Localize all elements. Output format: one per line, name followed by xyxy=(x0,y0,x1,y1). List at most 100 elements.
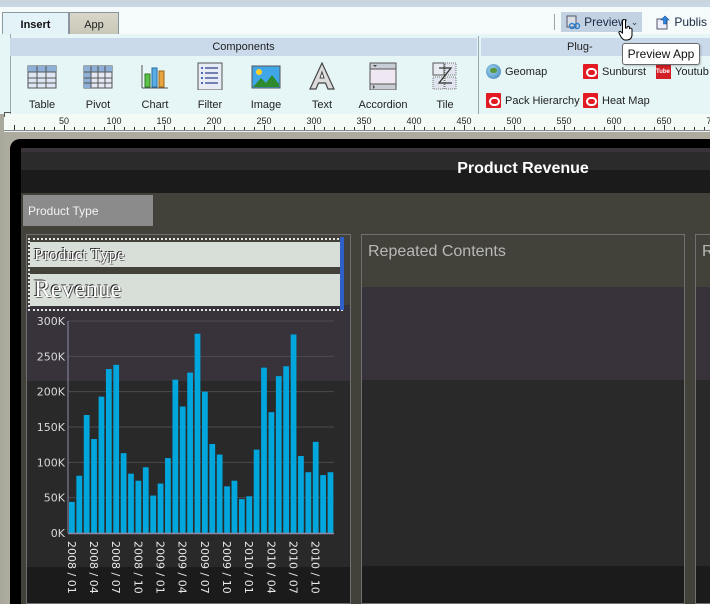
plugin-pack-hierarchy[interactable]: Pack Hierarchy xyxy=(486,93,580,108)
component-chart[interactable]: Chart xyxy=(130,62,180,111)
chart-icon xyxy=(140,62,170,90)
bar xyxy=(327,472,334,533)
horizontal-ruler: 50 100 150 200 250 300 350 400 450 500 550 600 650 70… xyxy=(4,114,710,131)
component-filter[interactable]: Filter xyxy=(185,62,235,111)
x-tick-label: 2008 / 04 xyxy=(87,541,100,594)
component-accordion[interactable]: Accordion xyxy=(358,62,408,111)
ruler-tick xyxy=(644,127,645,130)
plugin-label: Heat Map xyxy=(602,94,650,107)
publish-button[interactable]: Publis xyxy=(652,12,710,32)
ruler-tick xyxy=(54,127,55,130)
oracle-icon xyxy=(583,64,598,79)
text-icon xyxy=(307,61,337,90)
ruler-tick xyxy=(34,127,35,130)
preview-tooltip: Preview App xyxy=(622,43,700,65)
bar xyxy=(224,486,230,533)
plugin-label: Geomap xyxy=(505,65,548,78)
bar xyxy=(157,483,164,533)
ruler-label: 100 xyxy=(106,116,122,126)
ruler-tick xyxy=(294,127,295,130)
publish-label: Publis xyxy=(674,15,707,29)
ruler-tick xyxy=(134,127,135,130)
window-top-bar xyxy=(0,3,710,7)
hand-cursor-icon xyxy=(618,18,634,41)
component-label: Image xyxy=(250,99,282,111)
ruler-tick xyxy=(434,127,435,130)
component-tile[interactable]: Tile xyxy=(420,62,470,111)
bar xyxy=(142,467,149,533)
plugin-sunburst[interactable]: Sunburst xyxy=(583,64,646,79)
plugin-label: Youtub xyxy=(675,65,709,78)
x-tick-label: 2009 / 04 xyxy=(176,541,189,594)
ruler-tick xyxy=(534,127,535,130)
component-pivot[interactable]: Pivot xyxy=(73,62,123,111)
ruler-tick xyxy=(444,127,445,130)
dashboard-title: Product Revenue xyxy=(457,160,589,177)
ruler-origin-marker xyxy=(4,112,11,117)
repeated-contents-title: R xyxy=(702,243,710,261)
y-tick-label: 250K xyxy=(37,350,66,363)
youtube-icon xyxy=(656,59,671,79)
ruler-tick xyxy=(704,127,705,130)
plugin-geomap[interactable]: Geomap xyxy=(486,64,547,79)
plugin-youtube[interactable]: You tub xyxy=(656,59,709,79)
bar xyxy=(187,372,193,533)
bar xyxy=(275,376,282,533)
ruler-tick xyxy=(604,127,605,130)
component-image[interactable]: Image xyxy=(241,62,291,111)
component-label: Table xyxy=(28,99,56,111)
panel-band xyxy=(696,380,710,566)
ruler-tick xyxy=(324,127,325,130)
pivot-icon xyxy=(83,62,113,90)
selection-outline xyxy=(28,238,343,311)
ruler-label: 50 xyxy=(58,116,70,126)
ruler-tick xyxy=(154,127,155,130)
image-icon xyxy=(251,62,281,90)
ruler-tick xyxy=(44,127,45,130)
ruler-tick xyxy=(244,127,245,130)
tile-icon xyxy=(430,62,460,90)
ruler-label: 250 xyxy=(256,116,272,126)
selection-edge xyxy=(340,237,344,310)
component-text[interactable]: Text xyxy=(297,61,347,111)
bar xyxy=(179,406,186,533)
y-tick-label: 200K xyxy=(37,386,66,399)
ruler-tick xyxy=(204,127,205,130)
bar xyxy=(69,501,75,533)
ruler-label: 500 xyxy=(506,116,522,126)
bar xyxy=(238,499,245,533)
plugin-heat-map[interactable]: Heat Map xyxy=(583,93,650,108)
component-label: Chart xyxy=(141,99,169,111)
ruler-tick xyxy=(24,127,25,130)
component-label: Pivot xyxy=(85,99,111,111)
y-tick-label: 300K xyxy=(37,315,66,328)
ruler-tick xyxy=(144,127,145,130)
bar xyxy=(320,475,326,533)
ruler-tick xyxy=(454,127,455,130)
component-label: Tile xyxy=(436,99,454,111)
bar xyxy=(91,439,97,533)
publish-icon xyxy=(655,15,671,30)
globe-icon xyxy=(486,64,501,79)
component-label: Accordion xyxy=(358,99,408,111)
ruler-label: 650 xyxy=(656,116,672,126)
ruler-tick xyxy=(94,127,95,130)
ruler-tick xyxy=(504,127,505,130)
bar xyxy=(150,495,157,533)
panel-band xyxy=(696,287,710,380)
panel-band xyxy=(362,566,684,603)
ruler-label: 350 xyxy=(356,116,372,126)
component-table[interactable]: Table xyxy=(17,62,67,111)
ruler-tick xyxy=(524,127,525,130)
y-tick-label: 150K xyxy=(37,421,66,434)
panel-band xyxy=(362,287,684,380)
ruler-tick xyxy=(344,127,345,130)
ruler-tick xyxy=(184,127,185,130)
repeated-panel-2: Repeated Contents xyxy=(361,234,685,604)
oracle-icon xyxy=(486,93,501,108)
product-type-filter-button[interactable]: Product Type xyxy=(23,195,153,226)
bar xyxy=(113,364,120,533)
ruler-tick xyxy=(174,127,175,130)
accordion-icon xyxy=(368,62,398,91)
tab-strip: Insert App Preview ⌄ Publis xyxy=(0,0,710,37)
